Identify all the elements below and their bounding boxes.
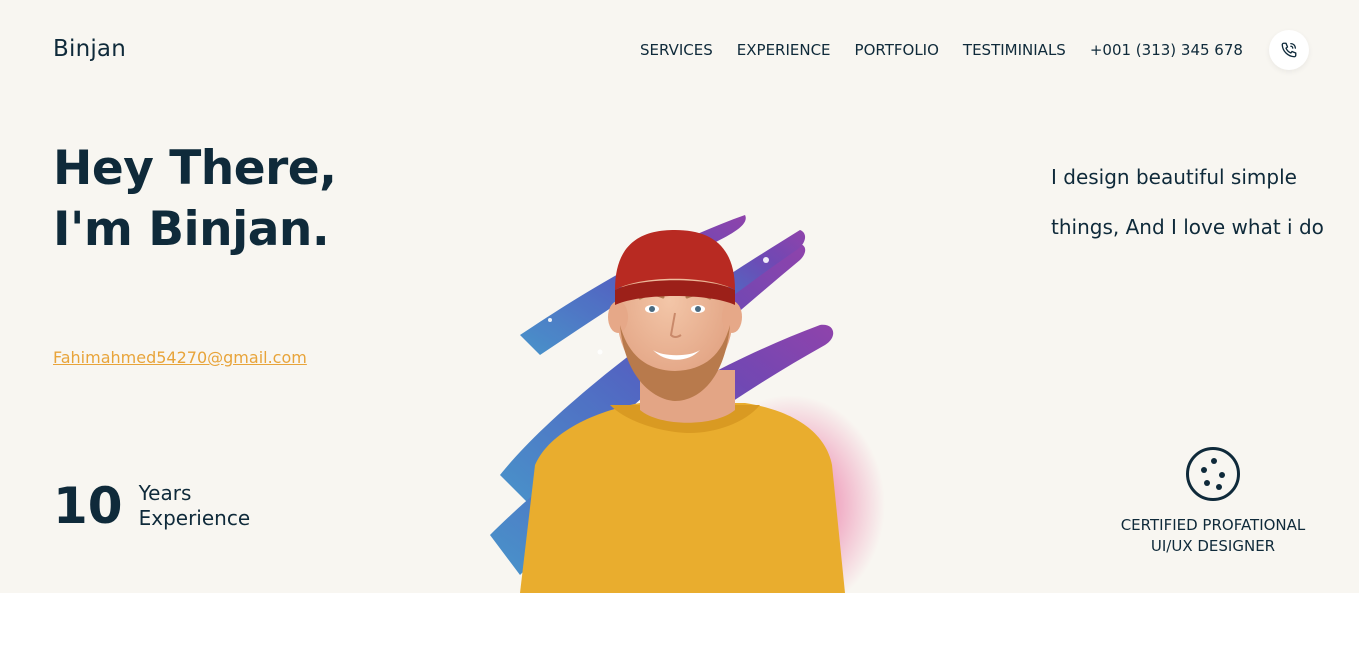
- call-button[interactable]: [1269, 30, 1309, 70]
- experience-label-line-2: Experience: [138, 506, 251, 530]
- experience-number: 10: [53, 477, 123, 535]
- phone-number-link[interactable]: +001 (313) 345 678: [1090, 41, 1243, 59]
- experience-label: Years Experience: [139, 481, 251, 531]
- experience-label-line-1: Years: [138, 481, 192, 505]
- email-link[interactable]: Fahimahmed54270@gmail.com: [53, 348, 307, 367]
- certification-badge: CERTIFIED PROFATIONAL UI/UX DESIGNER: [1108, 447, 1318, 557]
- certification-line-1: CERTIFIED PROFATIONAL: [1120, 516, 1306, 534]
- nav-item-experience[interactable]: EXPERIENCE: [737, 41, 831, 59]
- experience-stat: 10 Years Experience: [53, 478, 250, 534]
- headline-line-1: Hey There,: [53, 141, 337, 196]
- dots-badge-icon: [1186, 447, 1240, 501]
- tagline-line-2: things, And I love what i do: [1051, 215, 1324, 239]
- site-logo[interactable]: Binjan: [53, 36, 126, 62]
- profile-portrait: [490, 215, 885, 593]
- tagline: I design beautiful simple things, And I …: [1051, 152, 1324, 252]
- nav-item-services[interactable]: SERVICES: [640, 41, 713, 59]
- main-nav: SERVICES EXPERIENCE PORTFOLIO TESTIMINIA…: [640, 41, 1243, 59]
- hero-section: Binjan SERVICES EXPERIENCE PORTFOLIO TES…: [0, 0, 1359, 593]
- nav-item-portfolio[interactable]: PORTFOLIO: [855, 41, 939, 59]
- hero-headline: Hey There, I'm Binjan.: [53, 138, 337, 260]
- tagline-line-1: I design beautiful simple: [1051, 165, 1297, 189]
- nav-item-testimonials[interactable]: TESTIMINIALS: [963, 41, 1066, 59]
- headline-line-2: I'm Binjan.: [53, 202, 330, 257]
- phone-icon: [1281, 42, 1297, 58]
- certification-line-2: UI/UX DESIGNER: [1150, 537, 1276, 555]
